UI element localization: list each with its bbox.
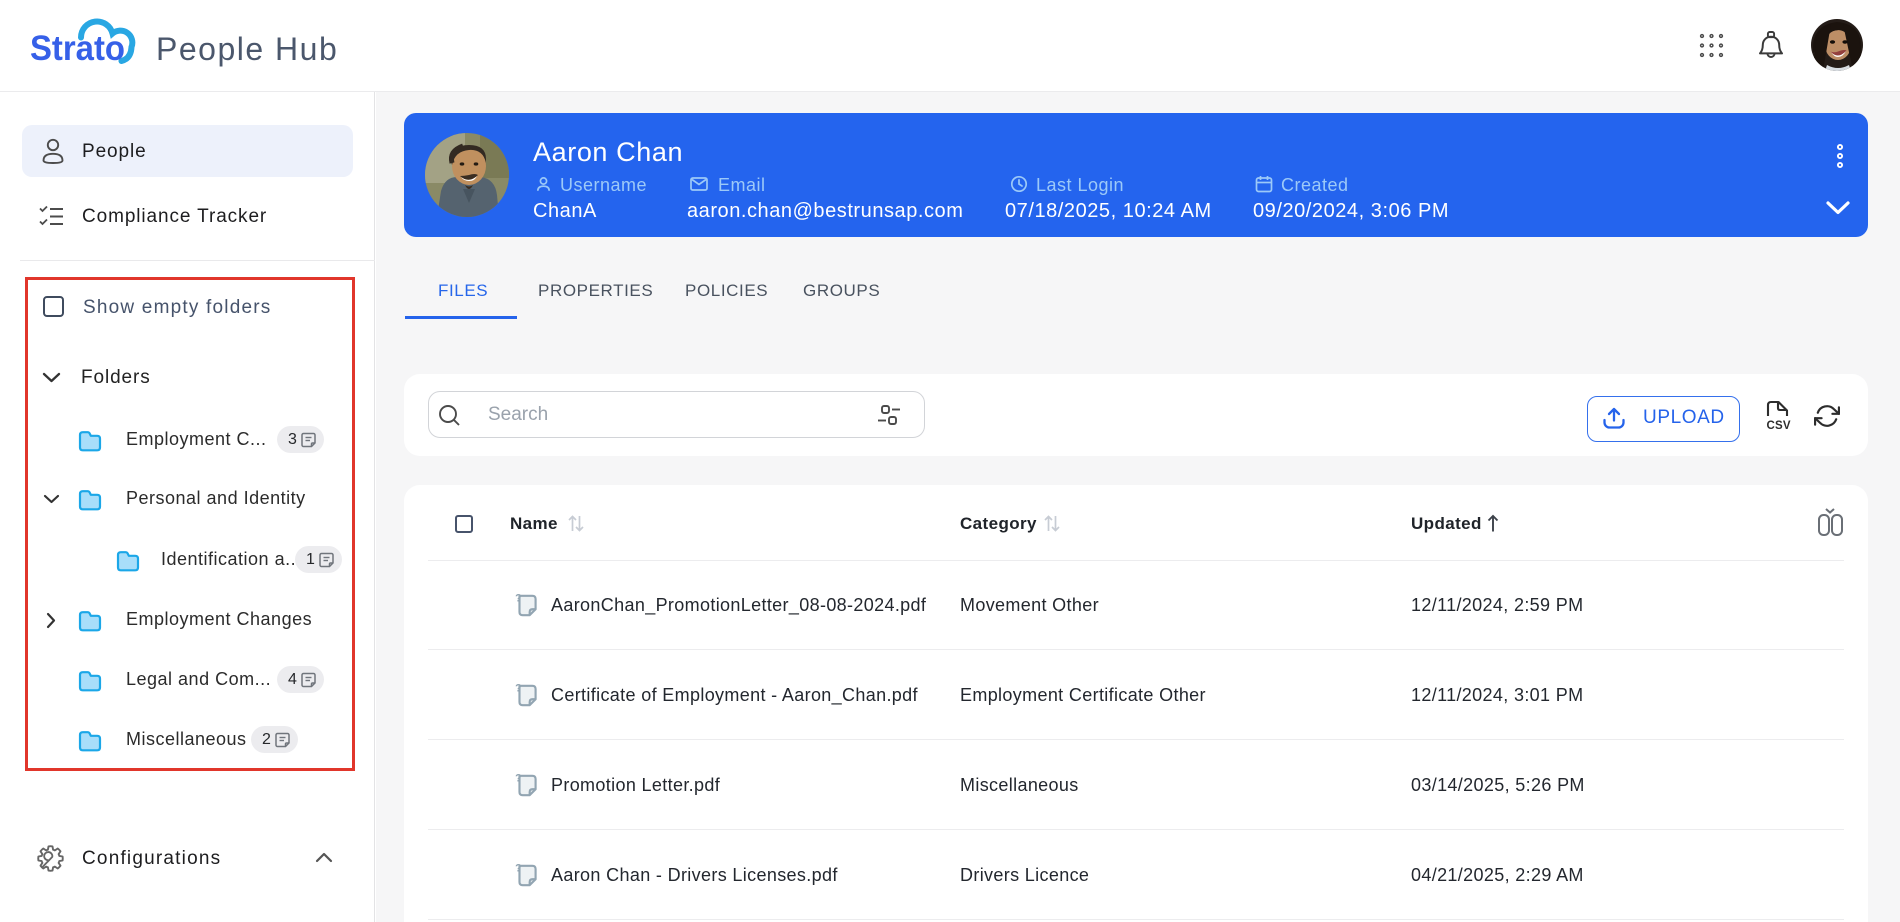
svg-text:Strato: Strato [30, 29, 125, 68]
svg-text:?: ? [515, 683, 522, 695]
svg-text:?: ? [515, 593, 522, 605]
svg-text:?: ? [515, 863, 522, 875]
svg-text:CSV: CSV [1767, 420, 1791, 432]
svg-text:?: ? [515, 773, 522, 785]
